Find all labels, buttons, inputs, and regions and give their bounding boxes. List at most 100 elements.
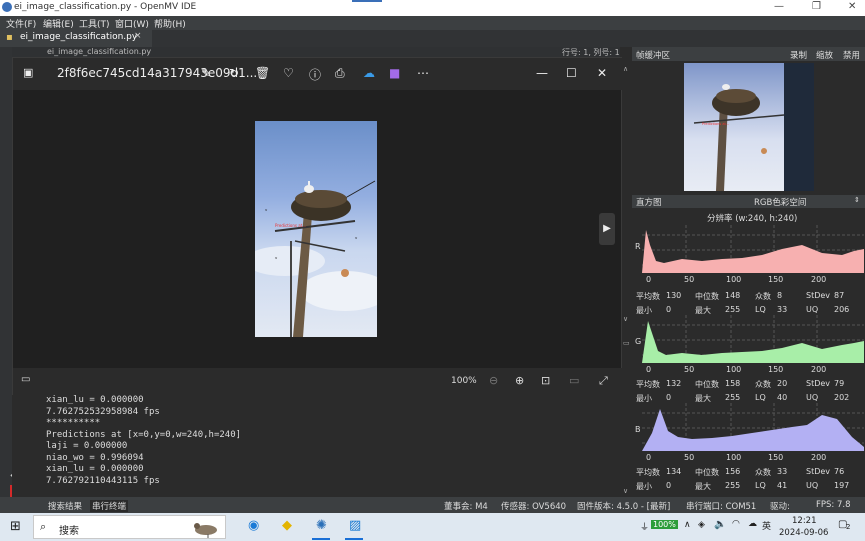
firmware-label[interactable]: 固件版本: 4.5.0 - [最新] (577, 500, 670, 512)
board-label: 董事会: M4 (444, 502, 488, 512)
wifi-icon[interactable]: ◠ (732, 519, 740, 529)
scroll-up-icon[interactable]: ∧ (623, 65, 628, 73)
tick-100: 100 (726, 365, 742, 374)
restore-icon[interactable]: ❐ (812, 1, 821, 12)
panel-toggle-icon[interactable]: ▭ (623, 339, 630, 347)
stat-b-max: 255 (725, 481, 741, 490)
viewer-bottom-bar: ▭ 100% ⊖ ⊕ ⊡ ▭ ⤢ (13, 368, 623, 396)
serial-terminal-tab[interactable]: 串行终端 (90, 500, 129, 512)
splitter-scrollbar[interactable]: ∧ ∨ ▭ ∨ (622, 47, 632, 497)
tick-0: 0 (646, 275, 652, 284)
stat-label-median: 中位数 (695, 468, 719, 477)
app-icon (2, 2, 12, 12)
zoom-level[interactable]: 100% (451, 376, 477, 386)
taskbar-search-box[interactable]: ⌕ 搜索 (33, 515, 226, 539)
info-icon[interactable]: ⓘ (309, 66, 321, 83)
stat-r-max: 255 (725, 305, 741, 314)
stat-label-mean: 平均数 (636, 380, 660, 389)
chevron-up-icon[interactable]: ∧ (684, 520, 691, 530)
volume-icon[interactable]: 🔈 (714, 519, 726, 530)
rotate-icon[interactable]: ↻ (229, 66, 239, 80)
record-button[interactable]: 录制 (790, 49, 807, 61)
tick-100: 100 (726, 453, 742, 462)
menu-tools[interactable]: 工具(T) (79, 17, 110, 30)
close-icon[interactable]: ✕ (848, 1, 856, 12)
tick-50: 50 (684, 365, 695, 374)
onedrive-icon[interactable]: ☁ (363, 66, 375, 80)
plug-icon[interactable]: ⏚ (640, 520, 649, 533)
menu-edit[interactable]: 编辑(E) (43, 17, 74, 30)
viewer-minimize-icon[interactable]: — (536, 66, 548, 80)
channel-g-label: G (635, 337, 642, 346)
search-results-tab[interactable]: 搜索结果 (48, 500, 82, 512)
colorspace-dropdown-icon[interactable]: ⇕ (854, 196, 860, 204)
app-icon-yellow[interactable]: ◆ (282, 518, 292, 533)
gallery-icon[interactable]: ▣ (23, 66, 33, 79)
photos-icon[interactable]: ▨ (349, 518, 361, 533)
favorite-icon[interactable]: ♡ (283, 66, 294, 80)
battery-indicator[interactable]: 100% (651, 520, 678, 529)
viewer-close-icon[interactable]: ✕ (597, 66, 607, 80)
zoom-button[interactable]: 缩放 (816, 49, 833, 61)
stat-r-uq: 206 (834, 305, 850, 314)
tab-close-icon[interactable]: × (134, 31, 142, 41)
edge-icon[interactable]: ◉ (248, 518, 259, 533)
zoom-in-icon[interactable]: ⊕ (515, 374, 524, 387)
windows-start-icon[interactable]: ⊞ (10, 519, 21, 534)
more-icon[interactable]: ⋯ (417, 66, 429, 80)
zoom-out-icon[interactable]: ⊖ (489, 374, 498, 387)
histogram-title: 直方图 (636, 198, 662, 208)
search-highlight-image (184, 518, 224, 538)
fit-window-icon[interactable]: ⊡ (541, 374, 550, 387)
histogram-r (642, 225, 864, 275)
terminal-line: laji = 0.000000 (46, 441, 128, 451)
input-lang-indicator[interactable]: 英 (762, 519, 771, 532)
edit-icon[interactable]: ✎ (201, 66, 211, 80)
stat-label-min: 最小 (636, 482, 652, 491)
stat-label-uq: UQ (806, 393, 819, 402)
scroll-down-icon-2[interactable]: ∨ (623, 487, 628, 495)
clipchamp-icon[interactable]: ■ (389, 66, 400, 80)
menu-window[interactable]: 窗口(W) (115, 17, 149, 30)
serial-terminal[interactable]: xian_lu = 0.000000 7.762752532958984 fps… (12, 395, 622, 497)
tick-50: 50 (684, 275, 695, 284)
stat-r-min: 0 (666, 305, 672, 314)
window-title: ei_image_classification.py - OpenMV IDE (14, 2, 197, 12)
next-image-button[interactable]: ▶ (599, 213, 615, 245)
delete-icon[interactable]: 🗑 (255, 66, 270, 80)
menu-file[interactable]: 文件(F) (6, 17, 36, 30)
stat-b-mean: 134 (666, 467, 682, 476)
fullscreen-icon[interactable]: ⤢ (599, 374, 608, 388)
menu-help[interactable]: 帮助(H) (154, 17, 186, 30)
tick-150: 150 (768, 453, 784, 462)
stat-label-stdev: StDev (806, 467, 831, 476)
tray-icon-2[interactable]: ☁ (748, 519, 757, 529)
stat-g-uq: 202 (834, 393, 850, 402)
tray-icon-1[interactable]: ◈ (698, 520, 705, 530)
stat-label-mode: 众数 (755, 468, 771, 477)
actual-size-icon[interactable]: ▭ (569, 374, 579, 387)
channel-b-label: B (635, 425, 641, 434)
minimize-icon[interactable]: — (774, 1, 784, 12)
scroll-down-icon[interactable]: ∨ (623, 315, 628, 323)
framebuffer-image: Predictions at... (684, 63, 814, 191)
colorspace-select[interactable]: RGB色彩空间 (754, 196, 806, 208)
stat-g-mean: 132 (666, 379, 682, 388)
stat-label-uq: UQ (806, 481, 819, 490)
terminal-line: xian_lu = 0.000000 (46, 395, 144, 405)
stat-label-stdev: StDev (806, 291, 831, 300)
clock-date[interactable]: 2024-09-06 (779, 528, 828, 538)
stat-r-mean: 130 (666, 291, 682, 300)
tick-150: 150 (768, 275, 784, 284)
terminal-line: 7.762752532958984 fps (46, 406, 160, 417)
tab-file[interactable]: ▪ ei_image_classification.py × (0, 30, 152, 47)
print-icon[interactable]: ⎙ (335, 66, 345, 81)
clock-time[interactable]: 12:21 (792, 516, 817, 526)
filmstrip-icon[interactable]: ▭ (21, 374, 30, 385)
disable-button[interactable]: 禁用 (843, 49, 860, 61)
stat-r-lq: 33 (777, 305, 788, 314)
stat-g-max: 255 (725, 393, 741, 402)
openmv-icon[interactable]: ✺ (316, 518, 327, 533)
viewer-maximize-icon[interactable]: ☐ (566, 66, 577, 80)
photo-overlay-text: Predictions at... (275, 223, 307, 228)
